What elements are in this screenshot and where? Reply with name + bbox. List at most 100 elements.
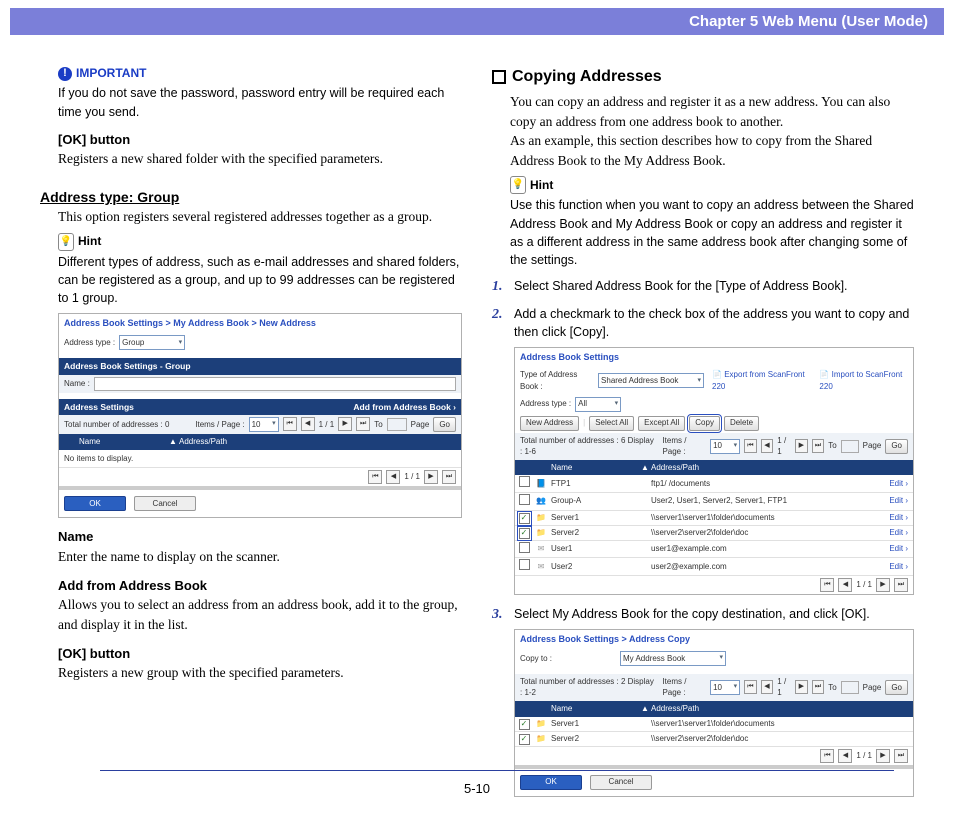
select-all-button[interactable]: Select All: [589, 416, 634, 431]
nav-next-icon[interactable]: ▶: [338, 417, 352, 431]
delete-button[interactable]: Delete: [724, 416, 759, 431]
page-text: 1 / 1: [319, 419, 335, 431]
nav-first-icon[interactable]: ⏮: [820, 749, 834, 763]
add-title: Add from Address Book: [58, 577, 462, 596]
to-label: To: [374, 419, 382, 431]
edit-link[interactable]: Edit ›: [878, 478, 913, 490]
intro2: As an example, this section describes ho…: [510, 131, 914, 170]
row-name: Group-A: [549, 495, 641, 507]
name-input[interactable]: [94, 377, 456, 391]
nav-last-icon[interactable]: ⏭: [442, 470, 456, 484]
edit-link[interactable]: Edit ›: [878, 512, 913, 524]
addr-type-select[interactable]: All: [575, 397, 621, 412]
group-header: Address Book Settings - Group: [64, 360, 191, 372]
page-text: 1 / 1: [856, 579, 872, 591]
nav-first-icon[interactable]: ⏮: [283, 417, 297, 431]
hint-label: Hint: [530, 177, 553, 194]
left-column: ! IMPORTANT If you do not save the passw…: [40, 65, 462, 807]
row-checkbox[interactable]: [519, 559, 530, 570]
nav-first-icon[interactable]: ⏮: [368, 470, 382, 484]
to-label: To: [828, 440, 836, 452]
nav-next-icon[interactable]: ▶: [424, 470, 438, 484]
nav-prev-icon[interactable]: ◀: [838, 578, 852, 592]
group-text: This option registers several registered…: [58, 207, 462, 227]
nav-last-icon[interactable]: ⏭: [812, 680, 825, 694]
row-name: User2: [549, 561, 641, 573]
step-3: Select My Address Book for the copy dest…: [514, 605, 914, 623]
table-row: 📁Server1\\server1\server1\folder\documen…: [515, 717, 913, 732]
page-input[interactable]: [841, 681, 859, 694]
row-checkbox[interactable]: [519, 494, 530, 505]
folder-icon: 📁: [533, 527, 549, 539]
table-row: 📁Server1\\server1\server1\folder\documen…: [515, 511, 913, 526]
nav-first-icon[interactable]: ⏮: [820, 578, 834, 592]
bulb-icon: 💡: [58, 233, 74, 251]
hint-label: Hint: [78, 233, 101, 250]
items-select[interactable]: 10: [710, 680, 740, 695]
nav-next-icon[interactable]: ▶: [795, 680, 808, 694]
th-path: Address/Path: [651, 462, 878, 474]
important-text: If you do not save the password, passwor…: [58, 84, 462, 120]
row-checkbox[interactable]: [519, 719, 530, 730]
nav-last-icon[interactable]: ⏭: [894, 749, 908, 763]
row-checkbox[interactable]: [519, 528, 530, 539]
th-path: Address/Path: [179, 436, 461, 448]
page-text: 1 / 1: [777, 676, 791, 699]
step-2: Add a checkmark to the check box of the …: [514, 305, 914, 341]
nav-prev-icon[interactable]: ◀: [761, 680, 774, 694]
nav-prev-icon[interactable]: ◀: [386, 470, 400, 484]
add-from-book-link[interactable]: Add from Address Book ›: [353, 401, 456, 413]
nav-next-icon[interactable]: ▶: [795, 439, 808, 453]
row-checkbox[interactable]: [519, 476, 530, 487]
cancel-button[interactable]: Cancel: [134, 496, 196, 511]
items-select[interactable]: 10: [249, 417, 279, 432]
add-text: Allows you to select an address from an …: [58, 595, 462, 634]
items-select[interactable]: 10: [710, 439, 740, 454]
right-column: Copying Addresses You can copy an addres…: [492, 65, 914, 807]
import-link[interactable]: 📄 Import to ScanFront 220: [819, 369, 908, 392]
nav-last-icon[interactable]: ⏭: [356, 417, 370, 431]
go-button[interactable]: Go: [433, 417, 456, 432]
type-select[interactable]: Shared Address Book: [598, 373, 704, 388]
row-name: Server1: [549, 718, 641, 730]
row-checkbox[interactable]: [519, 542, 530, 553]
nav-prev-icon[interactable]: ◀: [301, 417, 315, 431]
nav-next-icon[interactable]: ▶: [876, 749, 890, 763]
nav-last-icon[interactable]: ⏭: [894, 578, 908, 592]
edit-link[interactable]: Edit ›: [878, 495, 913, 507]
th-path: Address/Path: [651, 703, 913, 715]
row-checkbox[interactable]: [519, 734, 530, 745]
copy-button[interactable]: Copy: [689, 416, 720, 431]
breadcrumb: Address Book Settings > My Address Book …: [59, 314, 461, 333]
except-all-button[interactable]: Except All: [638, 416, 685, 431]
nav-prev-icon[interactable]: ◀: [761, 439, 774, 453]
page-input[interactable]: [387, 418, 407, 431]
nav-first-icon[interactable]: ⏮: [744, 680, 757, 694]
edit-link[interactable]: Edit ›: [878, 561, 913, 573]
edit-link[interactable]: Edit ›: [878, 543, 913, 555]
to-label: To: [828, 682, 836, 694]
mail-icon: ✉: [533, 561, 549, 573]
go-button[interactable]: Go: [885, 680, 908, 695]
row-checkbox[interactable]: [519, 513, 530, 524]
page-label: Page: [863, 682, 882, 694]
new-address-button[interactable]: New Address: [520, 416, 579, 431]
nav-prev-icon[interactable]: ◀: [838, 749, 852, 763]
nav-next-icon[interactable]: ▶: [876, 578, 890, 592]
nav-first-icon[interactable]: ⏮: [744, 439, 757, 453]
addr-type-select[interactable]: Group: [119, 335, 185, 350]
copy-to-select[interactable]: My Address Book: [620, 651, 726, 666]
nav-last-icon[interactable]: ⏭: [812, 439, 825, 453]
ftp-icon: 📘: [533, 478, 549, 490]
ok-button[interactable]: OK: [64, 496, 126, 511]
table-row: ✉User1user1@example.comEdit ›: [515, 541, 913, 559]
export-link[interactable]: 📄 Export from ScanFront 220: [712, 369, 809, 392]
page-input[interactable]: [841, 440, 859, 453]
page-label: Page: [411, 419, 430, 431]
total-label: Total number of addresses : 2 Display : …: [520, 676, 654, 699]
table-row: 📁Server2\\server2\server2\folder\doc: [515, 732, 913, 747]
edit-link[interactable]: Edit ›: [878, 527, 913, 539]
type-label: Type of Address Book :: [520, 369, 594, 392]
go-button[interactable]: Go: [885, 439, 908, 454]
total-label: Total number of addresses : 0: [64, 419, 169, 431]
